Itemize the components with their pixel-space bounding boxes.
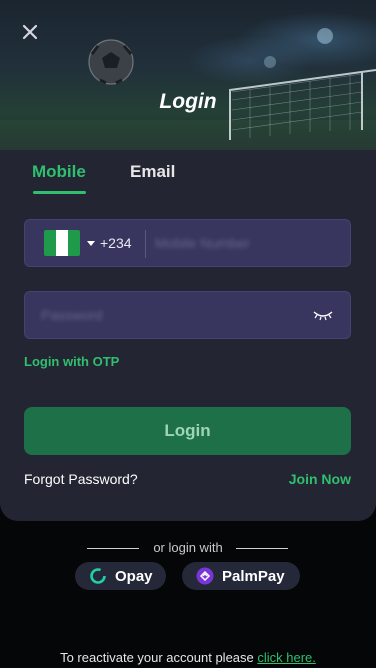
palmpay-label: PalmPay	[222, 567, 285, 585]
tab-email[interactable]: Email	[130, 162, 175, 182]
login-card: Login Mobile Email +234 Login with OTP L…	[0, 0, 376, 521]
active-tab-indicator	[33, 191, 86, 194]
tab-mobile[interactable]: Mobile	[32, 162, 86, 182]
palmpay-login-button[interactable]: PalmPay	[182, 562, 300, 590]
field-divider	[145, 230, 146, 258]
reactivate-text: To reactivate your account please	[60, 650, 258, 665]
login-button[interactable]: Login	[24, 407, 351, 455]
password-input[interactable]	[41, 292, 301, 338]
close-button[interactable]	[18, 20, 42, 44]
mobile-number-input[interactable]	[155, 220, 345, 266]
stadium-banner	[0, 0, 376, 150]
phone-field: +234	[24, 219, 351, 267]
eye-closed-icon[interactable]	[312, 307, 334, 323]
login-page: Login Mobile Email +234 Login with OTP L…	[0, 0, 376, 668]
nigeria-flag-icon[interactable]	[44, 230, 80, 256]
country-code[interactable]: +234	[100, 235, 132, 251]
opay-login-button[interactable]: Opay	[75, 562, 166, 590]
password-field	[24, 291, 351, 339]
chevron-down-icon[interactable]	[87, 241, 95, 246]
page-title: Login	[159, 90, 217, 113]
forgot-password-link[interactable]: Forgot Password?	[24, 471, 138, 487]
close-icon	[22, 24, 38, 40]
alt-login-label: or login with	[153, 540, 223, 555]
alt-login-divider: or login with	[0, 540, 376, 558]
reactivate-link[interactable]: click here.	[257, 650, 316, 665]
stadium-illustration	[0, 28, 376, 150]
palmpay-icon	[196, 567, 214, 585]
join-now-link[interactable]: Join Now	[289, 471, 351, 487]
login-with-otp-link[interactable]: Login with OTP	[24, 354, 119, 369]
divider-line-right	[236, 548, 288, 549]
soccer-ball-graphic	[88, 39, 134, 85]
opay-label: Opay	[115, 567, 153, 585]
opay-icon	[90, 568, 106, 584]
reactivate-account-notice: To reactivate your account please click …	[0, 650, 376, 665]
